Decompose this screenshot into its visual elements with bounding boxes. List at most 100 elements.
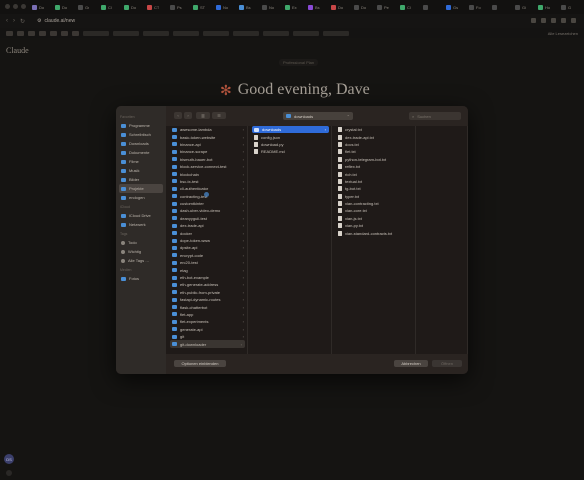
file-row[interactable]: bismuth-bauer-bot › [168,156,247,163]
file-row[interactable]: eth-public-from-private › [168,289,247,296]
bookmark-item[interactable] [143,30,169,36]
bookmark-item[interactable] [83,30,109,36]
sidebar-item[interactable]: Todo [116,238,166,247]
file-row[interactable]: downloads › [252,126,329,134]
browser-tab[interactable]: Bs [306,2,327,13]
file-row[interactable]: dex-trade-api.txt [334,133,415,140]
browser-tab[interactable]: Bs [237,2,258,13]
file-row[interactable]: dex-trade-api › [168,222,247,229]
file-row[interactable]: basic-token-website › [168,133,247,140]
browser-tab[interactable]: Do [53,2,74,13]
browser-tab[interactable]: Fo [467,2,488,13]
file-row[interactable]: bsc-tx-test › [168,178,247,185]
cancel-button[interactable]: Abbrechen [394,360,428,367]
bookmark-star-icon[interactable] [531,18,536,23]
browser-tab[interactable]: CT [145,2,166,13]
browser-tab[interactable]: Do [329,2,350,13]
browser-tab[interactable]: Do [352,2,373,13]
bookmark-item[interactable] [50,30,57,36]
sidebar-item[interactable]: Projekte [119,184,163,193]
group-view-icon[interactable]: ☰ [212,112,226,119]
sidebar-item[interactable]: Filme [116,157,166,166]
file-row[interactable]: deanyyguii-test › [168,215,247,222]
file-row[interactable]: xian-standard-contracts.txt [334,229,415,236]
file-row[interactable]: flask-chatterbot › [168,303,247,310]
file-row[interactable]: README.md [250,148,331,155]
bookmark-item[interactable] [113,30,139,36]
sidebar-item[interactable]: Wichtig [116,247,166,256]
sidebar-item[interactable]: Dokumente [116,148,166,157]
sidebar-item[interactable]: Alle Tags … [116,256,166,265]
file-row[interactable]: xian-core.txt [334,207,415,214]
file-row[interactable]: flet-app › [168,311,247,318]
sidebar-toggle-icon[interactable] [6,470,12,476]
file-row[interactable]: docker › [168,229,247,236]
file-row[interactable]: erc20-test › [168,259,247,266]
file-row[interactable]: customtkinter › [168,200,247,207]
back-icon[interactable]: ‹ [6,18,8,25]
file-row[interactable]: rich.txt [334,170,415,177]
window-controls[interactable] [5,4,26,9]
sidebar-item[interactable]: Fotos [116,274,166,283]
location-popup[interactable]: downloads ⌃ [283,112,353,120]
extensions-icon[interactable] [541,18,546,23]
file-row[interactable]: flet-experiments › [168,318,247,325]
bookmark-item[interactable] [28,30,35,36]
browser-tab[interactable] [421,2,442,13]
show-options-button[interactable]: Optionen einblenden [174,360,226,367]
file-row[interactable]: typer.txt [334,193,415,200]
file-row[interactable]: flet.txt [334,148,415,155]
menu-icon[interactable] [571,18,576,23]
all-bookmarks-link[interactable]: Alle Lesezeichen [548,31,578,36]
browser-tab[interactable]: Do [30,2,51,13]
file-row[interactable]: tg-bot.txt [334,185,415,192]
sidebar-item[interactable]: Musik [116,166,166,175]
browser-tab[interactable]: ST [191,2,212,13]
sidebar-item[interactable]: Bilder [116,175,166,184]
browser-tab[interactable]: Do [122,2,143,13]
url-field[interactable]: ⚙ claude.ai/new [37,18,75,24]
sidebar-item[interactable]: Netzwerk [116,220,166,229]
sidebar-item[interactable]: Programme [116,121,166,130]
sidebar-item[interactable]: Downloads [116,139,166,148]
file-row[interactable]: generate-api › [168,326,247,333]
forward-icon[interactable]: › [13,18,15,25]
claude-logo[interactable]: Claude [6,46,29,55]
download-icon[interactable] [551,18,556,23]
file-row[interactable]: xian-py.txt [334,222,415,229]
browser-tab[interactable]: Pe [375,2,396,13]
bookmark-item[interactable] [61,30,68,36]
file-row[interactable]: encrypt-code › [168,252,247,259]
bookmark-item[interactable] [72,30,79,36]
bookmark-item[interactable] [17,30,24,36]
file-row[interactable]: textual.txt [334,178,415,185]
bookmark-item[interactable] [263,30,289,36]
bookmark-item[interactable] [233,30,259,36]
file-row[interactable]: docs.txt [334,141,415,148]
sidebar-item[interactable]: iCloud Drive [116,211,166,220]
sidebar-item[interactable]: Schreibtisch [116,130,166,139]
file-row[interactable]: block-service-connect-test › [168,163,247,170]
file-row[interactable]: xian-js.txt [334,215,415,222]
bookmark-item[interactable] [323,30,349,36]
browser-tab[interactable]: Gs [444,2,465,13]
browser-tab[interactable]: Gr [76,2,97,13]
browser-tab[interactable]: No [214,2,235,13]
file-row[interactable]: git › [168,333,247,340]
browser-tab[interactable]: Gi [513,2,534,13]
browser-tab[interactable]: Ps [168,2,189,13]
file-row[interactable]: xian-contracting.txt [334,200,415,207]
bookmark-item[interactable] [203,30,229,36]
file-row[interactable]: awesome-lambda › [168,126,247,133]
bookmark-item[interactable] [6,30,13,36]
browser-tab[interactable]: Cl [99,2,120,13]
reload-icon[interactable]: ↻ [20,18,25,25]
file-row[interactable]: python-telegram-bot.txt [334,156,415,163]
file-row[interactable]: binance-scrape › [168,148,247,155]
profile-icon[interactable] [561,18,566,23]
sidebar-item[interactable]: endogen [116,193,166,202]
browser-tab[interactable]: No [260,2,281,13]
file-row[interactable]: etag › [168,266,247,273]
browser-tab[interactable]: Cl [398,2,419,13]
file-row[interactable]: dpsite-api › [168,244,247,251]
